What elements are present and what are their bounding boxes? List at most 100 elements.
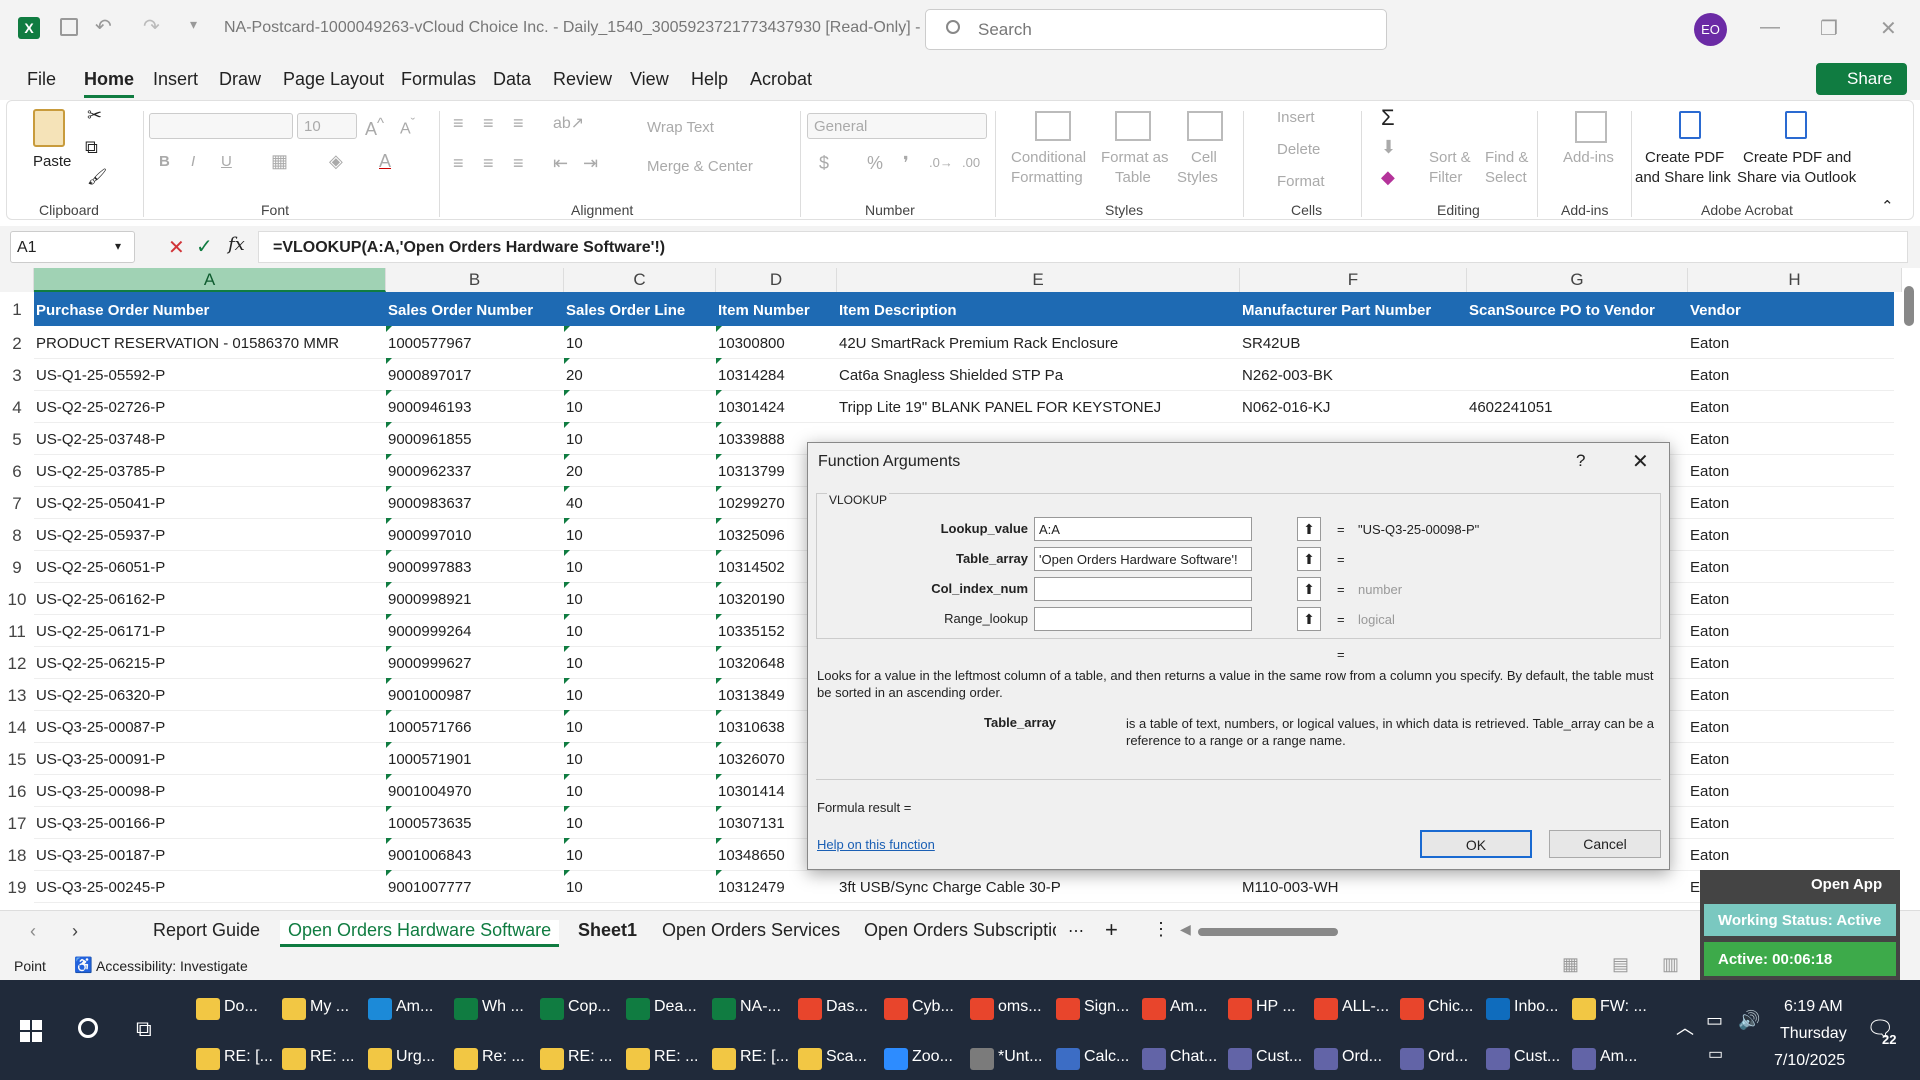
sort-filter-button[interactable]: Sort &	[1429, 149, 1471, 166]
taskbar-item[interactable]: Am...	[396, 998, 433, 1016]
table-cell[interactable]: US-Q2-25-03785-P	[36, 463, 384, 480]
row-header[interactable]: 9	[0, 558, 34, 578]
align-top-icon[interactable]: ≡	[453, 113, 464, 134]
header-cell[interactable]: Item Number	[718, 302, 835, 319]
table-cell[interactable]: 10	[566, 687, 714, 704]
font-name-box[interactable]	[149, 113, 293, 139]
cancel-button[interactable]: Cancel	[1549, 830, 1661, 858]
qat-customize-icon[interactable]: ▾	[190, 16, 197, 33]
table-cell[interactable]: 9000999627	[388, 655, 562, 672]
taskbar-item[interactable]: NA-...	[740, 998, 781, 1016]
taskbar-item[interactable]: ALL-...	[1342, 998, 1389, 1016]
clear-icon[interactable]: ◆	[1381, 167, 1395, 188]
row-header[interactable]: 19	[0, 878, 34, 898]
task-view-icon[interactable]: ⧉	[136, 1016, 152, 1042]
network-icon[interactable]: ▭	[1708, 1044, 1723, 1064]
fill-icon[interactable]: ⬇	[1381, 137, 1396, 158]
taskbar-item[interactable]: Urg...	[396, 1048, 435, 1066]
delete-cells-button[interactable]: Delete	[1277, 141, 1320, 158]
save-icon[interactable]	[60, 18, 78, 36]
table-cell[interactable]: Eaton	[1690, 815, 1900, 832]
menu-view[interactable]: View	[630, 69, 669, 90]
comma-icon[interactable]: ❜	[903, 153, 909, 174]
table-cell[interactable]: 9001006843	[388, 847, 562, 864]
taskbar-search-icon[interactable]	[78, 1018, 98, 1038]
table-cell[interactable]: US-Q2-25-06171-P	[36, 623, 384, 640]
taskbar-item[interactable]: Cust...	[1514, 1048, 1560, 1066]
table-cell[interactable]: Eaton	[1690, 591, 1900, 608]
windows-start-icon[interactable]	[20, 1020, 42, 1042]
align-right-icon[interactable]: ≡	[513, 153, 524, 174]
table-cell[interactable]: US-Q2-25-03748-P	[36, 431, 384, 448]
column-header-g[interactable]: G	[1467, 268, 1688, 292]
dialog-close-icon[interactable]: ✕	[1632, 449, 1649, 474]
align-bottom-icon[interactable]: ≡	[513, 113, 524, 134]
cancel-formula-icon[interactable]: ✕	[168, 235, 185, 260]
increase-font-icon[interactable]: A^	[365, 115, 384, 140]
row-header[interactable]: 8	[0, 526, 34, 546]
orientation-icon[interactable]: ab↗	[553, 113, 584, 133]
tab-report-guide[interactable]: Report Guide	[153, 920, 260, 941]
taskbar-item[interactable]: Am...	[1170, 998, 1207, 1016]
table-cell[interactable]: 20	[566, 367, 714, 384]
row-header[interactable]: 5	[0, 430, 34, 450]
taskbar-item[interactable]: FW: ...	[1600, 998, 1647, 1016]
vertical-scrollbar-thumb[interactable]	[1904, 286, 1914, 326]
header-cell[interactable]: Sales Order Number	[388, 302, 562, 319]
table-cell[interactable]: US-Q2-25-06215-P	[36, 655, 384, 672]
column-header-f[interactable]: F	[1240, 268, 1467, 292]
taskbar-item[interactable]: Zoo...	[912, 1048, 953, 1066]
table-cell[interactable]: Eaton	[1690, 495, 1900, 512]
wrap-text-button[interactable]: Wrap Text	[647, 119, 714, 136]
taskbar-item[interactable]: Chic...	[1428, 998, 1473, 1016]
taskbar-item[interactable]: Cust...	[1256, 1048, 1302, 1066]
table-array-input[interactable]: 'Open Orders Hardware Software'!	[1034, 547, 1252, 571]
autosum-icon[interactable]: Σ	[1381, 105, 1395, 131]
header-cell[interactable]: Sales Order Line	[566, 302, 714, 319]
collapse-dialog-icon[interactable]: ⬆	[1297, 517, 1321, 541]
row-header[interactable]: 3	[0, 366, 34, 386]
volume-icon[interactable]: 🔊	[1738, 1010, 1760, 1031]
open-app-button[interactable]: Open App	[1811, 876, 1882, 893]
tab-open-orders-services[interactable]: Open Orders Services	[662, 920, 840, 941]
table-cell[interactable]: M110-003-WH	[1242, 879, 1465, 896]
table-cell[interactable]: SR42UB	[1242, 335, 1465, 352]
cell-styles-button[interactable]: Cell	[1191, 149, 1217, 166]
create-pdf-share-link[interactable]: Create PDF	[1645, 149, 1724, 166]
table-cell[interactable]: Eaton	[1690, 623, 1900, 640]
format-as-table-button[interactable]: Format as	[1101, 149, 1169, 166]
table-cell[interactable]: 10314284	[718, 367, 835, 384]
table-cell[interactable]: US-Q3-25-00087-P	[36, 719, 384, 736]
table-cell[interactable]: US-Q3-25-00098-P	[36, 783, 384, 800]
table-cell[interactable]: 1000571901	[388, 751, 562, 768]
taskbar-item[interactable]: HP ...	[1256, 998, 1296, 1016]
taskbar-item[interactable]: Inbo...	[1514, 998, 1558, 1016]
table-cell[interactable]: Eaton	[1690, 783, 1900, 800]
table-cell[interactable]: 10	[566, 815, 714, 832]
table-cell[interactable]: 9000997010	[388, 527, 562, 544]
taskbar-item[interactable]: RE: ...	[654, 1048, 698, 1066]
next-sheet-icon[interactable]: ›	[72, 921, 78, 942]
table-cell[interactable]: 10	[566, 751, 714, 768]
table-cell[interactable]: 10	[566, 879, 714, 896]
clock-day[interactable]: Thursday	[1780, 1025, 1847, 1043]
create-pdf-outlook[interactable]: Create PDF and	[1743, 149, 1851, 166]
table-cell[interactable]: 10312479	[718, 879, 835, 896]
table-cell[interactable]: 9000962337	[388, 463, 562, 480]
table-cell[interactable]: 1000577967	[388, 335, 562, 352]
find-select-button[interactable]: Find &	[1485, 149, 1528, 166]
table-cell[interactable]: 9000983637	[388, 495, 562, 512]
header-cell[interactable]: Purchase Order Number	[36, 302, 384, 319]
table-cell[interactable]: 10	[566, 655, 714, 672]
table-cell[interactable]: 10	[566, 591, 714, 608]
table-cell[interactable]: 20	[566, 463, 714, 480]
normal-view-icon[interactable]: ▦	[1562, 954, 1579, 975]
taskbar-item[interactable]: Ord...	[1342, 1048, 1382, 1066]
table-cell[interactable]: 1000573635	[388, 815, 562, 832]
currency-icon[interactable]: $	[819, 153, 829, 174]
table-cell[interactable]: 9001004970	[388, 783, 562, 800]
create-pdf-share-link-2[interactable]: and Share link	[1635, 169, 1731, 186]
header-cell[interactable]: Vendor	[1690, 302, 1900, 319]
bold-icon[interactable]: B	[159, 153, 170, 170]
redo-icon[interactable]: ↷	[143, 14, 160, 39]
